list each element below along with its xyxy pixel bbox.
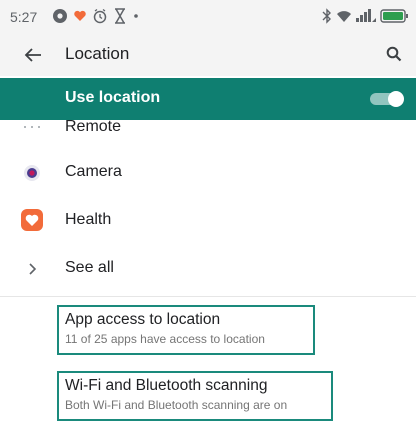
alarm-icon <box>92 8 108 24</box>
system-icons <box>322 7 410 25</box>
switch-thumb <box>388 91 404 107</box>
heart-notification-icon <box>73 9 87 23</box>
page-title: Location <box>65 44 130 63</box>
app-access-to-location-item[interactable]: App access to location 11 of 25 apps hav… <box>57 305 315 355</box>
wifi-bluetooth-scanning-item[interactable]: Wi-Fi and Bluetooth scanning Both Wi-Fi … <box>57 371 333 421</box>
list-item-health[interactable]: Health <box>0 198 416 244</box>
health-icon <box>20 208 44 232</box>
hourglass-icon <box>113 8 127 24</box>
status-time: 5:27 <box>10 9 38 25</box>
camera-icon <box>20 161 44 185</box>
use-location-label: Use location <box>65 89 161 106</box>
signal-icon <box>356 9 376 23</box>
battery-icon <box>380 8 410 24</box>
setting-title: Wi-Fi and Bluetooth scanning <box>65 377 268 394</box>
list-item-camera[interactable]: Camera <box>0 151 416 197</box>
location-settings-screen: 5:27 Location Use location Remote Camera… <box>0 0 416 421</box>
setting-title: App access to location <box>65 311 221 328</box>
remote-icon <box>20 115 44 139</box>
status-bar: 5:27 <box>0 0 416 34</box>
wifi-icon <box>336 9 352 23</box>
list-item-label: Camera <box>65 163 122 180</box>
chevron-right-icon <box>20 257 44 281</box>
list-item-label: Health <box>65 211 112 228</box>
section-divider <box>0 296 416 297</box>
bluetooth-icon <box>322 8 332 24</box>
settings-notification-icon <box>52 8 68 24</box>
dot-icon <box>132 12 140 20</box>
top-app-bar: Location <box>0 34 416 76</box>
see-all-label: See all <box>65 259 114 276</box>
setting-subtitle: Both Wi-Fi and Bluetooth scanning are on <box>65 398 288 412</box>
setting-subtitle: 11 of 25 apps have access to location <box>65 332 265 346</box>
notification-icons <box>52 7 140 25</box>
see-all-row[interactable]: See all <box>0 245 416 291</box>
search-icon[interactable] <box>382 42 406 66</box>
arrow-back-icon[interactable] <box>20 42 46 68</box>
use-location-switch[interactable] <box>370 91 404 107</box>
list-item-label: Remote <box>65 118 122 135</box>
